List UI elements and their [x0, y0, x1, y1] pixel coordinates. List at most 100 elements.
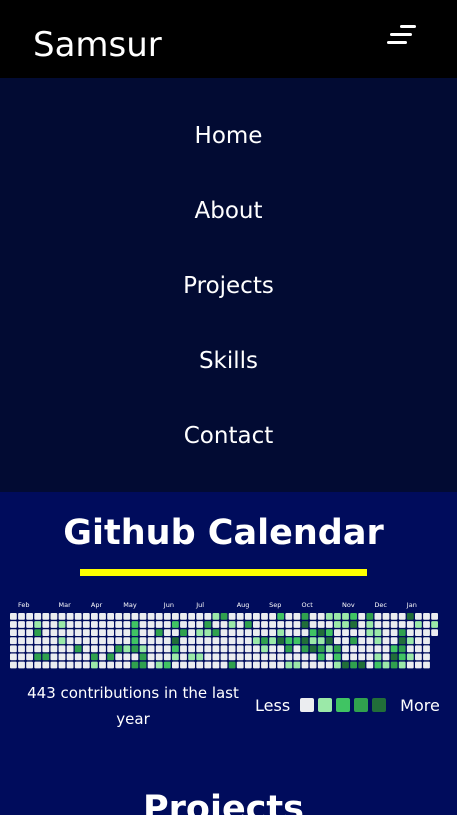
contribution-day [66, 613, 74, 620]
contribution-day [34, 653, 42, 661]
contribution-day [366, 629, 374, 636]
contribution-day [334, 637, 341, 645]
month-label: Apr [91, 601, 103, 609]
contribution-day [309, 645, 317, 653]
contribution-day [261, 653, 268, 661]
nav-item-about[interactable]: About [0, 195, 457, 227]
contribution-day [236, 661, 244, 669]
contribution-day [10, 637, 17, 645]
brand-logo[interactable]: Samsur [33, 22, 162, 68]
contribution-day [123, 629, 131, 636]
legend-less-label: Less [255, 695, 291, 715]
contribution-day [415, 661, 422, 669]
contribution-day [301, 661, 309, 669]
contribution-day [18, 653, 25, 661]
contribution-day [423, 661, 430, 669]
contribution-day [228, 653, 236, 661]
contribution-day [82, 637, 90, 645]
contribution-day [406, 613, 414, 620]
contribution-day [163, 613, 171, 620]
contribution-day [66, 621, 74, 628]
contribution-day [366, 645, 374, 653]
contribution-day [172, 653, 179, 661]
month-label: Jul [195, 601, 204, 609]
contribution-day [415, 645, 422, 653]
contribution-day [131, 653, 139, 661]
nav-item-skills[interactable]: Skills [0, 345, 457, 377]
contribution-day [115, 653, 123, 661]
contribution-day [358, 621, 366, 628]
contribution-day [74, 621, 82, 628]
contribution-day [212, 613, 220, 620]
contribution-day [374, 621, 382, 628]
contribution-day [66, 661, 74, 669]
contribution-day [42, 645, 50, 653]
contribution-day [342, 629, 349, 636]
contribution-day [123, 661, 131, 669]
contribution-day [123, 613, 131, 620]
hamburger-menu-icon[interactable] [384, 22, 420, 50]
contribution-day [317, 621, 325, 628]
contribution-day [18, 629, 25, 636]
contribution-day [406, 645, 414, 653]
contribution-day [34, 621, 42, 628]
contribution-day [277, 613, 285, 620]
contribution-day [188, 637, 195, 645]
contribution-day [172, 613, 179, 620]
contribution-day [350, 661, 357, 669]
contribution-day [390, 613, 398, 620]
contribution-day [423, 645, 430, 653]
contribution-day [374, 637, 382, 645]
contribution-day [285, 645, 293, 653]
contribution-day [147, 613, 155, 620]
contribution-day [342, 621, 349, 628]
contribution-day [99, 637, 106, 645]
contribution-day [325, 645, 333, 653]
contribution-day [398, 621, 406, 628]
contribution-day [42, 613, 50, 620]
contribution-day [220, 645, 228, 653]
nav-item-projects[interactable]: Projects [0, 270, 457, 302]
contribution-day [155, 629, 163, 636]
contribution-day [317, 661, 325, 669]
contribution-day [325, 621, 333, 628]
contribution-day [228, 629, 236, 636]
contribution-day [107, 653, 114, 661]
month-label: Oct [302, 601, 314, 609]
contribution-day [42, 661, 50, 669]
contribution-day [212, 645, 220, 653]
contribution-day [204, 629, 212, 636]
contribution-day [50, 621, 58, 628]
contribution-day [334, 621, 341, 628]
nav-item-home[interactable]: Home [0, 120, 457, 152]
contribution-day [180, 645, 187, 653]
nav-item-contact[interactable]: Contact [0, 420, 457, 452]
contribution-day [220, 661, 228, 669]
contribution-day [34, 637, 42, 645]
contribution-day [228, 621, 236, 628]
contribution-day [99, 629, 106, 636]
contribution-day [147, 637, 155, 645]
legend-level-4 [372, 698, 387, 712]
contribution-day [188, 645, 195, 653]
contribution-day [50, 645, 58, 653]
contribution-day [163, 653, 171, 661]
contribution-day [269, 653, 276, 661]
contribution-day [366, 621, 374, 628]
contribution-day [236, 637, 244, 645]
contribution-day [390, 629, 398, 636]
contribution-day [91, 613, 98, 620]
contribution-day [358, 653, 366, 661]
contribution-day [301, 613, 309, 620]
contribution-day [163, 629, 171, 636]
contribution-day [196, 653, 204, 661]
contribution-day [253, 613, 260, 620]
contribution-day [244, 629, 252, 636]
contribution-day [269, 661, 276, 669]
contribution-day [334, 613, 341, 620]
contribution-day [350, 621, 357, 628]
contribution-day [42, 621, 50, 628]
contribution-day [334, 661, 341, 669]
contribution-day [350, 645, 357, 653]
contribution-day [123, 645, 131, 653]
